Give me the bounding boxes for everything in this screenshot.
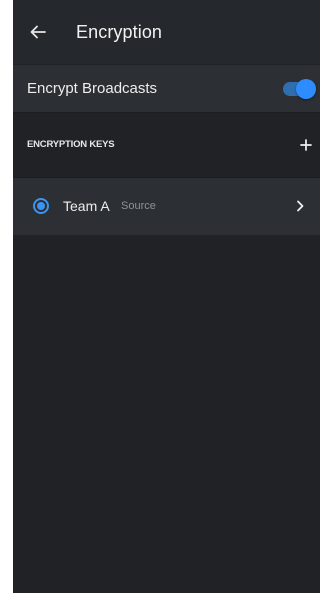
encryption-keys-header: ENCRYPTION KEYS xyxy=(13,113,320,176)
encrypt-broadcasts-row[interactable]: Encrypt Broadcasts xyxy=(13,65,320,113)
arrow-left-icon xyxy=(30,25,46,39)
encrypt-broadcasts-toggle[interactable] xyxy=(283,79,316,99)
section-title: ENCRYPTION KEYS xyxy=(27,139,115,150)
page-title: Encryption xyxy=(76,22,163,42)
back-button[interactable] xyxy=(25,19,51,45)
plus-icon xyxy=(300,139,312,151)
toggle-thumb xyxy=(296,79,316,99)
radio-dot xyxy=(37,202,45,210)
app-screen: Encryption Encrypt Broadcasts ENCRYPTION… xyxy=(13,0,320,593)
encryption-key-item[interactable]: Team A Source xyxy=(13,177,320,235)
add-key-button[interactable] xyxy=(296,135,316,155)
key-name: Team A xyxy=(63,198,110,214)
app-bar: Encryption xyxy=(13,0,320,64)
key-radio-selected[interactable] xyxy=(33,198,49,214)
encrypt-broadcasts-label: Encrypt Broadcasts xyxy=(27,80,158,97)
key-role: Source xyxy=(121,200,156,212)
chevron-right-icon xyxy=(292,198,308,214)
